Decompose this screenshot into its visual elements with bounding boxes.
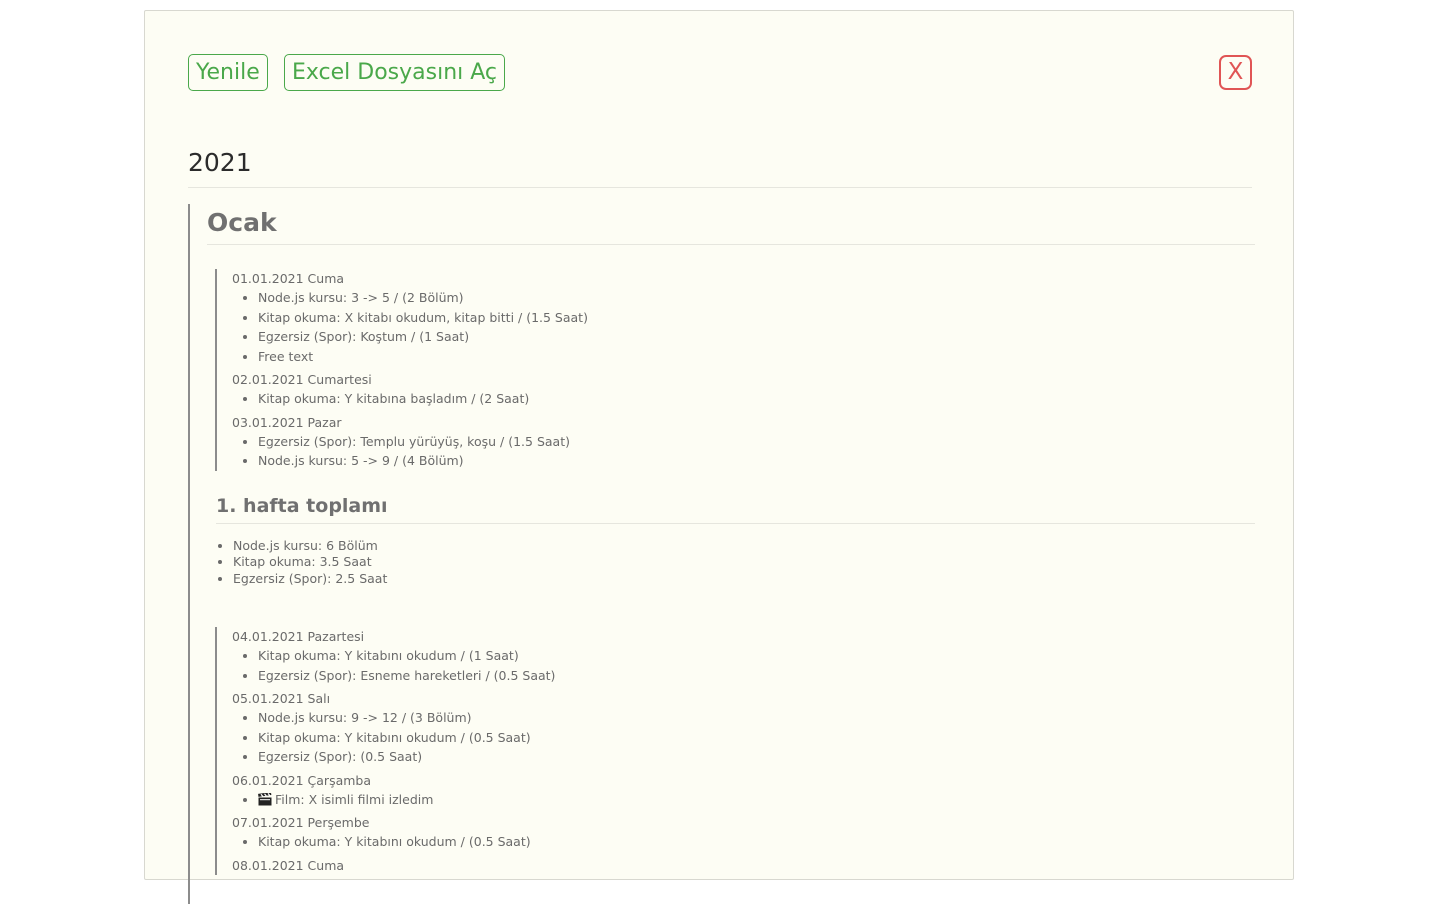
- day-activity-list: Node.js kursu: 9 -> 12 / (3 Bölüm) Kitap…: [232, 708, 1255, 767]
- activity-item: Kitap okuma: X kitabı okudum, kitap bitt…: [258, 308, 1255, 328]
- day-date: 07.01.2021 Perşembe: [232, 815, 370, 830]
- day-entry: 01.01.2021 Cuma Node.js kursu: 3 -> 5 / …: [232, 269, 1255, 366]
- refresh-button[interactable]: Yenile: [188, 54, 268, 91]
- month-title: Ocak: [207, 208, 1255, 245]
- activity-item: Egzersiz (Spor): Templu yürüyüş, koşu / …: [258, 432, 1255, 452]
- day-date: 04.01.2021 Pazartesi: [232, 629, 365, 644]
- week-block: 04.01.2021 Pazartesi Kitap okuma: Y kita…: [215, 627, 1255, 875]
- day-entry: 03.01.2021 Pazar Egzersiz (Spor): Templu…: [232, 413, 1255, 471]
- activity-item: Egzersiz (Spor): (0.5 Saat): [258, 747, 1255, 767]
- day-entry: 07.01.2021 Perşembe Kitap okuma: Y kitab…: [232, 813, 1255, 852]
- day-entry: 08.01.2021 Cuma: [232, 856, 1255, 875]
- close-button[interactable]: X: [1219, 55, 1252, 90]
- day-entry: 04.01.2021 Pazartesi Kitap okuma: Y kita…: [232, 627, 1255, 685]
- activity-item: Film: X isimli filmi izledim: [258, 790, 1255, 810]
- clapperboard-icon: [258, 791, 272, 805]
- day-activity-list: Kitap okuma: Y kitabını okudum / (1 Saat…: [232, 646, 1255, 685]
- day-activity-list: Kitap okuma: Y kitabına başladım / (2 Sa…: [232, 389, 1255, 409]
- activity-item: Node.js kursu: 3 -> 5 / (2 Bölüm): [258, 288, 1255, 308]
- week-total-list: Node.js kursu: 6 Bölüm Kitap okuma: 3.5 …: [207, 538, 1255, 588]
- day-date: 01.01.2021 Cuma: [232, 271, 345, 286]
- day-activity-list: Film: X isimli filmi izledim: [232, 790, 1255, 810]
- activity-item: Egzersiz (Spor): Esneme hareketleri / (0…: [258, 666, 1255, 686]
- day-activity-list: Egzersiz (Spor): Templu yürüyüş, koşu / …: [232, 432, 1255, 471]
- month-section: Ocak 01.01.2021 Cuma Node.js kursu: 3 ->…: [188, 204, 1255, 904]
- report-panel: Yenile Excel Dosyasını Aç X 2021 Ocak 01…: [144, 10, 1294, 904]
- day-date: 02.01.2021 Cumartesi: [232, 372, 372, 387]
- week-total-item: Kitap okuma: 3.5 Saat: [233, 554, 1255, 571]
- day-date: 06.01.2021 Çarşamba: [232, 772, 372, 788]
- activity-item: Kitap okuma: Y kitabına başladım / (2 Sa…: [258, 389, 1255, 409]
- day-date: 05.01.2021 Salı: [232, 691, 331, 706]
- activity-item: Kitap okuma: Y kitabını okudum / (1 Saat…: [258, 646, 1255, 666]
- day-activity-list: Node.js kursu: 3 -> 5 / (2 Bölüm) Kitap …: [232, 288, 1255, 366]
- week-total-item: Egzersiz (Spor): 2.5 Saat: [233, 571, 1255, 588]
- day-date: 08.01.2021 Cuma: [232, 857, 345, 873]
- activity-item: Free text: [258, 347, 1255, 367]
- day-entry: 06.01.2021 Çarşamba Film: X isimli filmi…: [232, 771, 1255, 810]
- week-total-title: 1. hafta toplamı: [216, 493, 1255, 524]
- year-heading: 2021: [188, 148, 1252, 188]
- day-activity-list: Kitap okuma: Y kitabını okudum / (0.5 Sa…: [232, 832, 1255, 852]
- day-entry: 02.01.2021 Cumartesi Kitap okuma: Y kita…: [232, 370, 1255, 409]
- week-total-item: Node.js kursu: 6 Bölüm: [233, 538, 1255, 555]
- activity-item: Kitap okuma: Y kitabını okudum / (0.5 Sa…: [258, 832, 1255, 852]
- activity-item: Node.js kursu: 5 -> 9 / (4 Bölüm): [258, 451, 1255, 471]
- week-block: 01.01.2021 Cuma Node.js kursu: 3 -> 5 / …: [215, 269, 1255, 471]
- activity-item-text: Film: X isimli filmi izledim: [275, 791, 434, 807]
- day-entry: 05.01.2021 Salı Node.js kursu: 9 -> 12 /…: [232, 689, 1255, 767]
- day-date: 03.01.2021 Pazar: [232, 414, 342, 430]
- open-excel-button[interactable]: Excel Dosyasını Aç: [284, 54, 506, 91]
- activity-item: Kitap okuma: Y kitabını okudum / (0.5 Sa…: [258, 728, 1255, 748]
- activity-item: Egzersiz (Spor): Koştum / (1 Saat): [258, 327, 1255, 347]
- activity-item: Node.js kursu: 9 -> 12 / (3 Bölüm): [258, 708, 1255, 728]
